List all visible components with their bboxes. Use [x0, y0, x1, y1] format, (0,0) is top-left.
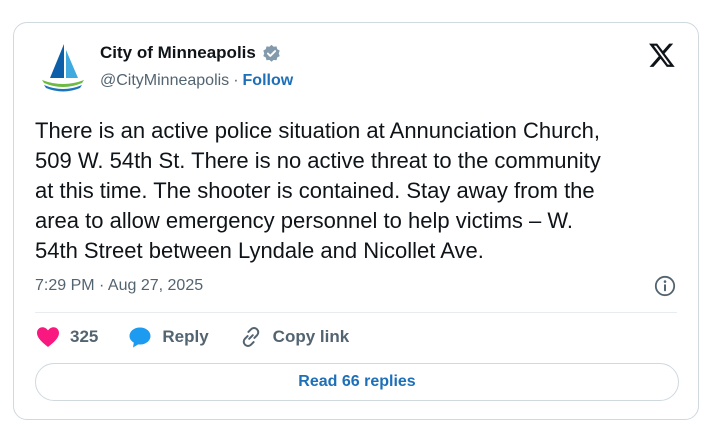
display-name[interactable]: City of Minneapolis — [100, 43, 256, 63]
link-icon — [242, 327, 259, 347]
timestamp[interactable]: 7:29 PM · Aug 27, 2025 — [35, 277, 203, 295]
heart-icon — [37, 327, 59, 347]
tweet-text: There is an active police situation at A… — [35, 118, 601, 263]
reply-label: Reply — [162, 327, 209, 346]
reply-button[interactable]: Reply — [128, 326, 209, 348]
like-count: 325 — [70, 327, 99, 346]
like-button[interactable]: 325 — [36, 326, 98, 348]
x-logo-icon[interactable] — [648, 41, 676, 69]
divider — [35, 312, 677, 313]
speech-bubble-icon — [129, 327, 151, 348]
copy-link-label: Copy link — [272, 327, 350, 346]
copy-link-button[interactable]: Copy link — [239, 325, 350, 349]
follow-button[interactable]: Follow — [243, 72, 294, 90]
separator-dot: · — [233, 72, 239, 89]
handle[interactable]: @CityMinneapolis — [100, 72, 229, 90]
handle-row: @CityMinneapolis · Follow — [100, 72, 293, 90]
author-name-row: City of Minneapolis — [100, 43, 281, 63]
tweet-card: City of Minneapolis @CityMinneapolis · F… — [13, 22, 699, 420]
action-bar: 325 Reply Copy link — [36, 325, 379, 349]
info-icon[interactable] — [654, 275, 676, 297]
verified-badge-icon — [263, 44, 280, 62]
avatar[interactable] — [36, 40, 90, 94]
read-replies-button[interactable]: Read 66 replies — [35, 363, 679, 401]
